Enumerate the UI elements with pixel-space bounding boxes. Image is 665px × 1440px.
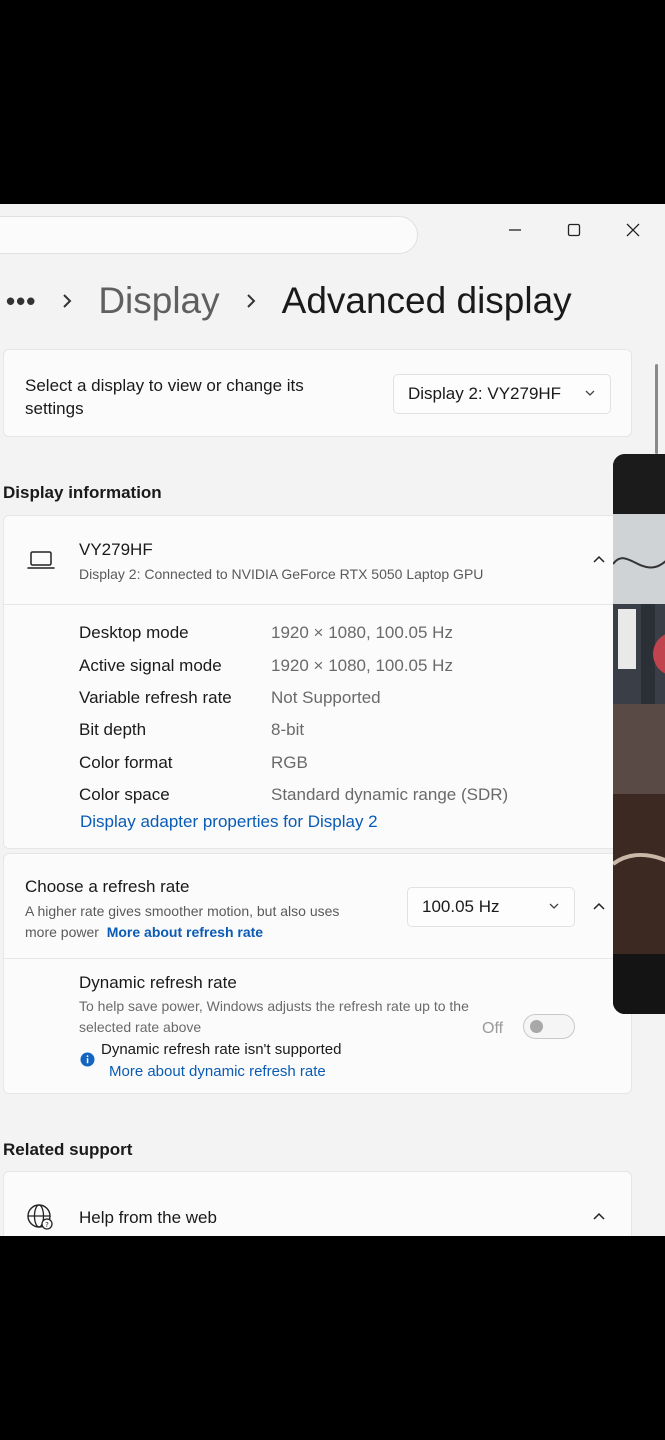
maximize-button[interactable] [554, 212, 594, 248]
info-label: Active signal mode [79, 655, 222, 675]
info-label: Bit depth [79, 720, 147, 740]
info-row-bit-depth: Bit depth 8-bit [79, 714, 508, 746]
chevron-up-icon[interactable] [592, 553, 606, 565]
toggle-knob [530, 1020, 543, 1033]
dynamic-refresh-rate-description: To help save power, Windows adjusts the … [79, 998, 469, 1035]
display-select-value: Display 2: VY279HF [408, 384, 562, 403]
display-adapter-properties-link[interactable]: Display adapter properties for Display 2 [80, 812, 378, 832]
refresh-rate-title: Choose a refresh rate [25, 877, 190, 896]
refresh-rate-card: Choose a refresh rate A higher rate give… [3, 853, 632, 1094]
info-value: 8-bit [271, 720, 305, 740]
chevron-up-icon[interactable] [592, 900, 606, 912]
minimize-icon [509, 229, 521, 231]
maximize-icon [567, 223, 581, 237]
breadcrumb-display-link[interactable]: Display [98, 280, 219, 322]
info-row-desktop-mode: Desktop mode 1920 × 1080, 100.05 Hz [79, 617, 508, 649]
display-info-header[interactable]: VY279HF Display 2: Connected to NVIDIA G… [4, 516, 631, 605]
info-label: Variable refresh rate [79, 687, 232, 707]
refresh-rate-value: 100.05 Hz [422, 897, 500, 916]
settings-window: ••• Display Advanced display Select a di… [0, 204, 665, 1236]
search-box[interactable] [0, 216, 418, 254]
more-about-refresh-rate-link[interactable]: More about refresh rate [107, 924, 263, 940]
globe-icon: ? [27, 1204, 53, 1230]
breadcrumb-more-button[interactable]: ••• [6, 286, 36, 317]
display-info-list: Desktop mode 1920 × 1080, 100.05 Hz Acti… [79, 617, 508, 811]
display-select-dropdown[interactable]: Display 2: VY279HF [393, 374, 611, 414]
breadcrumb: ••• Display Advanced display [6, 276, 572, 326]
select-display-card: Select a display to view or change its s… [3, 349, 632, 437]
refresh-rate-description: A higher rate gives smoother motion, but… [25, 901, 365, 943]
close-icon [626, 223, 640, 237]
chevron-right-icon [244, 293, 258, 309]
display-information-heading: Display information [3, 483, 162, 502]
info-row-active-signal-mode: Active signal mode 1920 × 1080, 100.05 H… [79, 649, 508, 681]
close-button[interactable] [613, 212, 653, 248]
display-information-card: VY279HF Display 2: Connected to NVIDIA G… [3, 515, 632, 849]
more-about-dynamic-refresh-rate-link[interactable]: More about dynamic refresh rate [109, 1063, 326, 1080]
info-row-color-format: Color format RGB [79, 747, 508, 779]
info-row-color-space: Color space Standard dynamic range (SDR) [79, 779, 508, 811]
info-value: RGB [271, 752, 308, 772]
dynamic-refresh-rate-title: Dynamic refresh rate [79, 973, 237, 992]
dynamic-refresh-rate-toggle[interactable] [523, 1014, 575, 1039]
chevron-right-icon [60, 293, 74, 309]
laptop-icon [27, 551, 55, 569]
info-icon [80, 1052, 95, 1067]
refresh-rate-header: Choose a refresh rate A higher rate give… [4, 854, 631, 959]
help-from-web-label: Help from the web [79, 1208, 217, 1227]
info-label: Color format [79, 752, 173, 772]
info-value: Not Supported [271, 687, 381, 707]
info-label: Desktop mode [79, 623, 189, 643]
chevron-down-icon [549, 903, 559, 909]
dynamic-refresh-unsupported-note: Dynamic refresh rate isn't supported [101, 1041, 342, 1058]
help-from-web-card[interactable]: ? Help from the web [3, 1171, 632, 1236]
info-value: 1920 × 1080, 100.05 Hz [271, 655, 453, 675]
select-display-label: Select a display to view or change its s… [25, 376, 304, 418]
toggle-state-label: Off [482, 1020, 504, 1037]
display-name: VY279HF [79, 540, 153, 559]
floating-overlay-panel[interactable] [613, 454, 665, 1014]
related-support-heading: Related support [3, 1140, 133, 1159]
scrollbar-thumb[interactable] [655, 364, 658, 454]
info-value: Standard dynamic range (SDR) [271, 785, 509, 805]
chevron-up-icon[interactable] [592, 1210, 606, 1222]
refresh-rate-dropdown[interactable]: 100.05 Hz [407, 887, 575, 927]
page-title: Advanced display [281, 280, 572, 321]
info-value: 1920 × 1080, 100.05 Hz [271, 623, 453, 643]
info-label: Color space [79, 785, 170, 805]
minimize-button[interactable] [495, 212, 535, 248]
chevron-down-icon [585, 390, 595, 396]
info-row-variable-refresh-rate: Variable refresh rate Not Supported [79, 682, 508, 714]
display-connection: Display 2: Connected to NVIDIA GeForce R… [79, 566, 484, 582]
overlay-thumbnail-image [613, 454, 665, 1014]
svg-text:?: ? [45, 1221, 49, 1229]
